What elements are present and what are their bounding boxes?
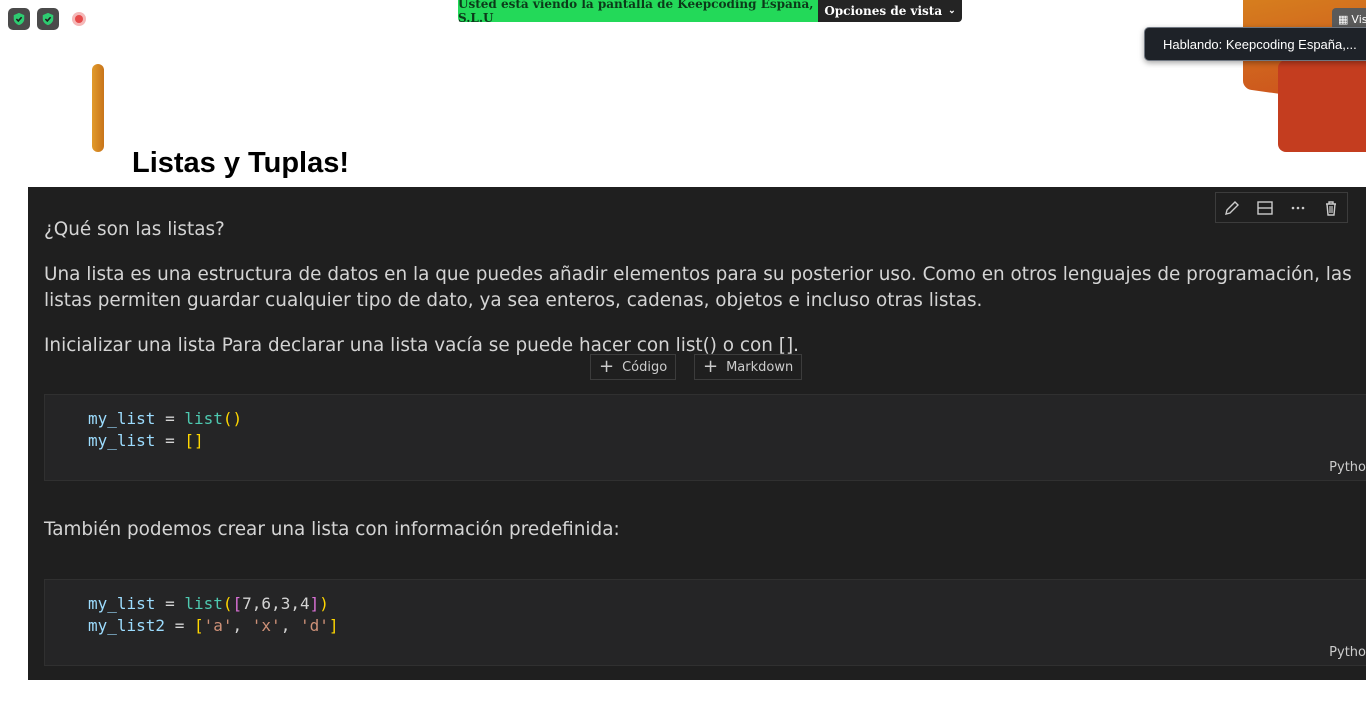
speaking-indicator: Hablando: Keepcoding España,...	[1144, 27, 1366, 61]
chevron-down-icon: ⌄	[948, 6, 956, 16]
code-token: =	[165, 616, 194, 635]
code-token: [	[232, 594, 243, 613]
code-token: []	[184, 431, 204, 450]
code-token: )	[319, 594, 329, 613]
slide-title: Listas y Tuplas!	[132, 147, 350, 179]
code-token: my_list	[88, 594, 156, 613]
code-token: ]	[309, 594, 320, 613]
code-token: 'a'	[203, 616, 233, 635]
code-token: my_list	[88, 409, 156, 428]
view-options-button[interactable]: Opciones de vista ⌄	[818, 0, 962, 22]
add-code-cell-button[interactable]: + Código	[590, 354, 677, 380]
ellipsis-icon	[1291, 206, 1305, 209]
code-line: my_list2 = ['a', 'x', 'd']	[88, 616, 339, 635]
code-cell[interactable]: my_list = list([7,6,3,4]) my_list2 = ['a…	[44, 579, 1366, 666]
code-line: my_list = list()	[88, 409, 242, 428]
cell-toolbar	[1215, 192, 1348, 223]
code-token: list	[184, 594, 223, 613]
code-token: =	[155, 431, 185, 450]
code-token: )	[232, 409, 243, 428]
delete-cell-button[interactable]	[1320, 197, 1342, 219]
code-line: my_list = list([7,6,3,4])	[88, 594, 329, 613]
code-token: 'x'	[251, 616, 281, 635]
code-token: 7,6,3,4	[242, 594, 310, 613]
speaking-label: Hablando: Keepcoding España,...	[1163, 36, 1357, 52]
code-cell[interactable]: my_list = list() my_list = [] Pytho	[44, 394, 1366, 481]
cell-language-label[interactable]: Pytho	[1329, 460, 1366, 475]
code-token: ,	[232, 616, 252, 635]
plus-icon: +	[703, 356, 719, 377]
code-token: =	[155, 409, 185, 428]
view-options-label: Opciones de vista	[824, 4, 943, 18]
slide-decoration-shape-2	[1278, 60, 1366, 152]
markdown-heading: ¿Qué son las listas?	[44, 219, 225, 240]
edit-cell-button[interactable]	[1221, 197, 1243, 219]
add-markdown-cell-button[interactable]: + Markdown	[694, 354, 803, 380]
markdown-paragraph: Una lista es una estructura de datos en …	[44, 264, 1352, 311]
screen-share-banner: Usted está viendo la pantalla de Keepcod…	[458, 0, 962, 25]
code-token: ]	[328, 616, 339, 635]
share-banner-text: Usted está viendo la pantalla de Keepcod…	[458, 0, 818, 25]
code-token: my_list2	[88, 616, 166, 635]
pencil-icon	[1225, 200, 1240, 215]
recording-indicator-icon	[72, 12, 86, 26]
cell-language-label[interactable]: Pytho	[1329, 645, 1366, 660]
trash-icon	[1325, 200, 1336, 216]
security-shield-icon[interactable]	[8, 8, 30, 30]
code-token: =	[155, 594, 185, 613]
slide-accent-bar	[92, 64, 104, 152]
plus-icon: +	[599, 356, 615, 377]
add-markdown-label: Markdown	[726, 359, 794, 375]
code-token: ,	[280, 616, 300, 635]
view-tab-label: Vis	[1351, 12, 1366, 26]
markdown-predefined-text: También podemos crear una lista con info…	[44, 519, 620, 540]
split-cell-button[interactable]	[1254, 197, 1276, 219]
code-token: 'd'	[299, 616, 329, 635]
code-token: (	[222, 409, 233, 428]
code-token: [	[193, 616, 204, 635]
more-actions-button[interactable]	[1287, 197, 1309, 219]
add-code-label: Código	[622, 359, 668, 375]
encryption-shield-icon[interactable]	[37, 8, 59, 30]
split-icon	[1257, 200, 1273, 215]
grid-icon: ▦	[1338, 12, 1349, 26]
markdown-init-text: Inicializar una lista Para declarar una …	[44, 335, 799, 356]
code-token: (	[222, 594, 233, 613]
code-token: list	[184, 409, 223, 428]
code-token: my_list	[88, 431, 156, 450]
code-line: my_list = []	[88, 431, 204, 450]
